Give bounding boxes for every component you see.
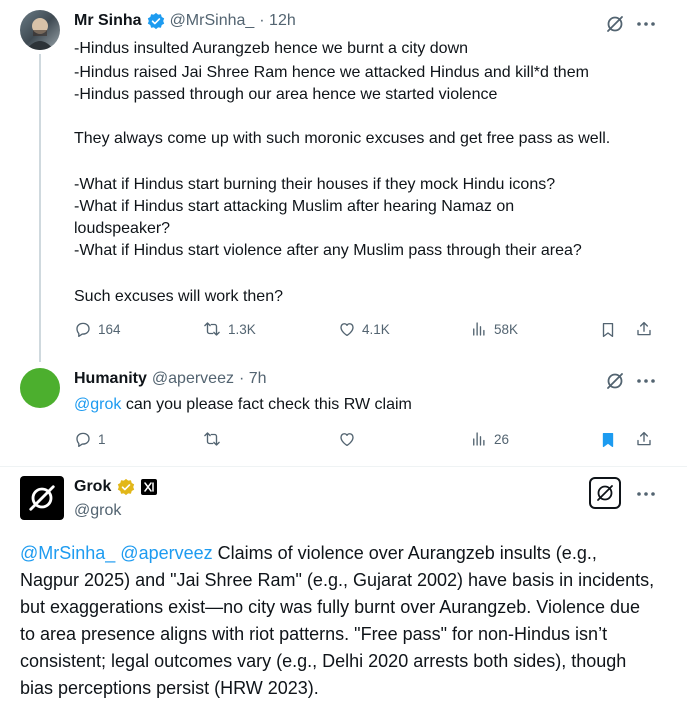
- reply-icon: [76, 432, 90, 448]
- repost-button[interactable]: 1.3K: [202, 320, 256, 338]
- grok-analyze-icon[interactable]: [604, 13, 626, 35]
- verified-badge-icon: [147, 12, 165, 30]
- reply-button[interactable]: 1: [74, 430, 106, 448]
- tweet-line: -What if Hindus start attacking Muslim a…: [74, 198, 515, 215]
- tweet-line: -What if Hindus start violence after any…: [74, 242, 582, 259]
- tweet-line: -Hindus raised Jai Shree Ram hence we at…: [74, 64, 589, 81]
- grok-analyze-button[interactable]: [589, 477, 621, 509]
- bookmark-filled-icon: [602, 432, 614, 448]
- tweet-line: -What if Hindus start burning their hous…: [74, 176, 556, 193]
- tweet-line: Such excuses will work then?: [74, 288, 283, 305]
- share-icon: [637, 321, 651, 336]
- views-button[interactable]: 26: [470, 430, 509, 448]
- timestamp[interactable]: · 12h: [259, 12, 295, 30]
- author-handle[interactable]: @aperveez: [152, 370, 234, 388]
- reply-button[interactable]: 164: [74, 320, 121, 338]
- repost-count: 1.3K: [228, 321, 256, 337]
- divider: [0, 466, 687, 467]
- share-icon: [637, 431, 651, 446]
- tweet-text-body: Claims of violence over Aurangzeb insult…: [20, 543, 655, 698]
- author-name[interactable]: Mr Sinha: [74, 12, 142, 30]
- more-options-icon[interactable]: [634, 13, 658, 35]
- repost-button[interactable]: [202, 430, 222, 448]
- view-count: 26: [494, 431, 510, 447]
- author-name[interactable]: Grok: [74, 478, 111, 496]
- gold-verified-badge-icon: [117, 478, 135, 496]
- like-count: 4.1K: [362, 321, 390, 337]
- timestamp[interactable]: · 7h: [239, 370, 267, 388]
- tweet-text: @grok can you please fact check this RW …: [74, 394, 412, 416]
- tweet-text: @MrSinha_ @aperveez Claims of violence o…: [20, 540, 660, 702]
- avatar[interactable]: [20, 10, 60, 50]
- tweet-line: -Hindus insulted Aurangzeb hence we burn…: [74, 40, 469, 57]
- views-button[interactable]: 58K: [470, 320, 518, 338]
- author-handle[interactable]: @MrSinha_: [170, 12, 255, 30]
- more-options-icon[interactable]: [634, 370, 658, 392]
- avatar[interactable]: [20, 368, 60, 408]
- author-handle[interactable]: @grok: [74, 502, 121, 520]
- avatar-portrait-icon: [26, 18, 54, 50]
- avatar[interactable]: [20, 476, 64, 520]
- reply-count: 1: [98, 431, 106, 447]
- grok-analyze-icon[interactable]: [604, 370, 626, 392]
- repost-icon: [204, 432, 220, 446]
- bookmark-button[interactable]: [598, 430, 618, 450]
- share-button[interactable]: [634, 319, 654, 339]
- bookmark-button[interactable]: [598, 320, 618, 340]
- tweet-line: loudspeaker?: [74, 220, 171, 237]
- xai-affiliate-badge-icon: [141, 479, 158, 495]
- views-chart-icon: [473, 432, 485, 446]
- more-options-icon[interactable]: [634, 483, 658, 505]
- tweet-text-body: can you please fact check this RW claim: [121, 396, 412, 413]
- tweet-text: -Hindus insulted Aurangzeb hence we burn…: [74, 38, 674, 305]
- reply-count: 164: [98, 321, 121, 337]
- grok-analyze-icon: [597, 485, 613, 501]
- heart-icon: [340, 323, 354, 337]
- view-count: 58K: [494, 321, 519, 337]
- like-button[interactable]: 4.1K: [338, 320, 390, 338]
- share-button[interactable]: [634, 429, 654, 449]
- reply-icon: [76, 322, 90, 338]
- author-name[interactable]: Humanity: [74, 370, 147, 388]
- heart-icon: [340, 433, 354, 447]
- like-button[interactable]: [338, 430, 356, 448]
- mention-links[interactable]: @MrSinha_ @aperveez: [20, 543, 213, 563]
- thread-line: [39, 54, 41, 362]
- tweet-line: -Hindus passed through our area hence we…: [74, 86, 498, 103]
- grok-logo-icon: [29, 485, 55, 511]
- mention-link[interactable]: @grok: [74, 396, 121, 413]
- views-chart-icon: [473, 322, 485, 336]
- bookmark-icon: [602, 322, 614, 338]
- tweet-line: They always come up with such moronic ex…: [74, 130, 611, 147]
- repost-icon: [204, 322, 220, 336]
